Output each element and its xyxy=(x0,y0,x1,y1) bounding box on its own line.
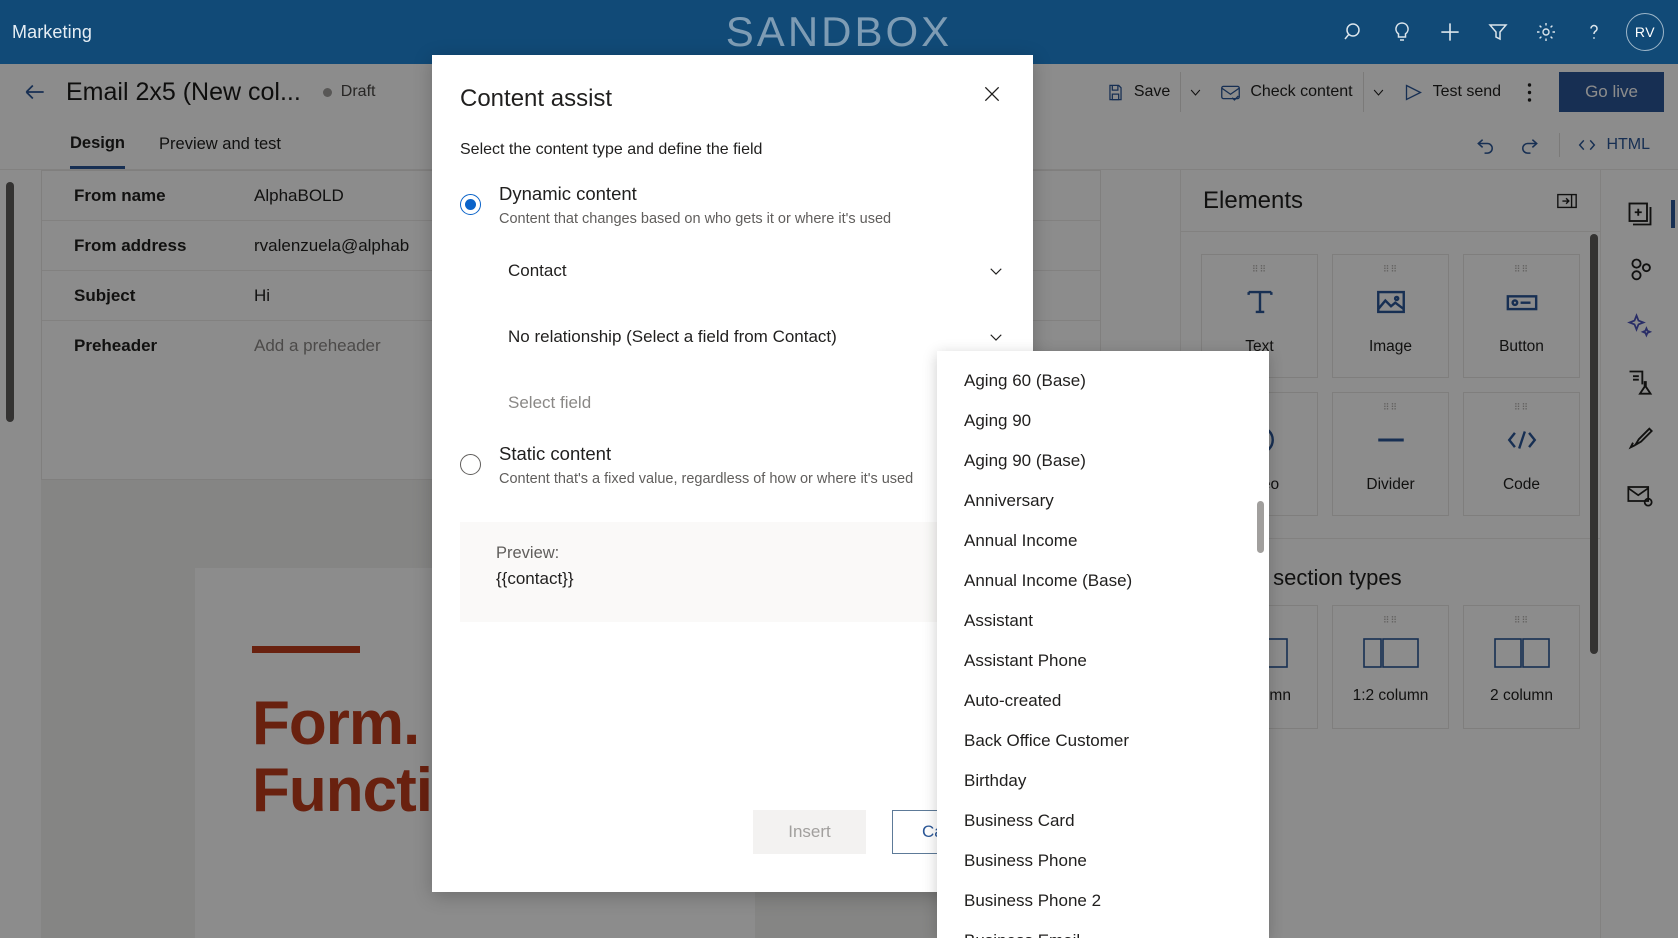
field-list-scrollbar[interactable] xyxy=(1257,501,1264,553)
radio-dynamic-label: Dynamic content xyxy=(499,183,637,204)
radio-dynamic-content[interactable] xyxy=(460,194,481,215)
relationship-dropdown[interactable]: No relationship (Select a field from Con… xyxy=(508,315,1005,359)
app-root: Email 2x5 (New col... Draft Save Check c… xyxy=(0,0,1678,938)
field-dropdown-value: Select field xyxy=(508,392,592,412)
field-options-list[interactable]: Aging 60 (Base) Aging 90 Aging 90 (Base) An… xyxy=(937,351,1269,938)
field-options-inner: Aging 60 (Base) Aging 90 Aging 90 (Base) An… xyxy=(937,351,1269,938)
radio-static-content[interactable] xyxy=(460,454,481,475)
help-icon[interactable] xyxy=(1570,8,1618,56)
preview-value: {{contact}} xyxy=(496,569,574,588)
field-list-item[interactable]: Assistant Phone xyxy=(937,641,1269,681)
appbar-actions: RV xyxy=(1330,8,1678,56)
chevron-down-icon[interactable] xyxy=(987,328,1005,346)
field-list-item[interactable]: Birthday xyxy=(937,761,1269,801)
field-list-item[interactable]: Back Office Customer xyxy=(937,721,1269,761)
field-list-item[interactable]: Aging 60 (Base) xyxy=(937,361,1269,401)
filter-icon[interactable] xyxy=(1474,8,1522,56)
field-list-item[interactable]: Business Card xyxy=(937,801,1269,841)
field-list-item[interactable]: Business Email xyxy=(937,921,1269,938)
field-list-item[interactable]: Aging 90 xyxy=(937,401,1269,441)
dialog-title: Content assist xyxy=(460,85,613,112)
radio-option-dynamic-content[interactable]: Dynamic content Content that changes bas… xyxy=(432,159,1033,227)
radio-dynamic-description: Content that changes based on who gets i… xyxy=(499,211,892,227)
field-dropdown[interactable]: Select field xyxy=(508,381,1005,425)
chevron-down-icon[interactable] xyxy=(987,262,1005,280)
field-list-item[interactable]: Annual Income xyxy=(937,521,1269,561)
field-list-item[interactable]: Business Phone xyxy=(937,841,1269,881)
preview-label: Preview: xyxy=(496,544,560,562)
gear-icon[interactable] xyxy=(1522,8,1570,56)
preview-box: Preview: {{contact}} xyxy=(460,522,1005,622)
radio-static-description: Content that's a fixed value, regardless… xyxy=(499,471,914,487)
dialog-subtitle: Select the content type and define the f… xyxy=(460,141,763,158)
relationship-dropdown-value: No relationship (Select a field from Con… xyxy=(508,326,837,346)
entity-dropdown[interactable]: Contact xyxy=(508,249,1005,293)
lightbulb-icon[interactable] xyxy=(1378,8,1426,56)
close-icon[interactable] xyxy=(975,77,1009,111)
appbar-brand[interactable]: Marketing xyxy=(12,22,92,43)
field-list-item[interactable]: Auto-created xyxy=(937,681,1269,721)
entity-dropdown-value: Contact xyxy=(508,260,567,280)
field-list-item[interactable]: Anniversary xyxy=(937,481,1269,521)
field-list-item[interactable]: Assistant xyxy=(937,601,1269,641)
field-list-item[interactable]: Aging 90 (Base) xyxy=(937,441,1269,481)
search-icon[interactable] xyxy=(1330,8,1378,56)
insert-button[interactable]: Insert xyxy=(753,810,866,854)
field-list-item[interactable]: Business Phone 2 xyxy=(937,881,1269,921)
field-list-item[interactable]: Annual Income (Base) xyxy=(937,561,1269,601)
avatar[interactable]: RV xyxy=(1626,13,1664,51)
plus-icon[interactable] xyxy=(1426,8,1474,56)
radio-static-label: Static content xyxy=(499,443,612,464)
